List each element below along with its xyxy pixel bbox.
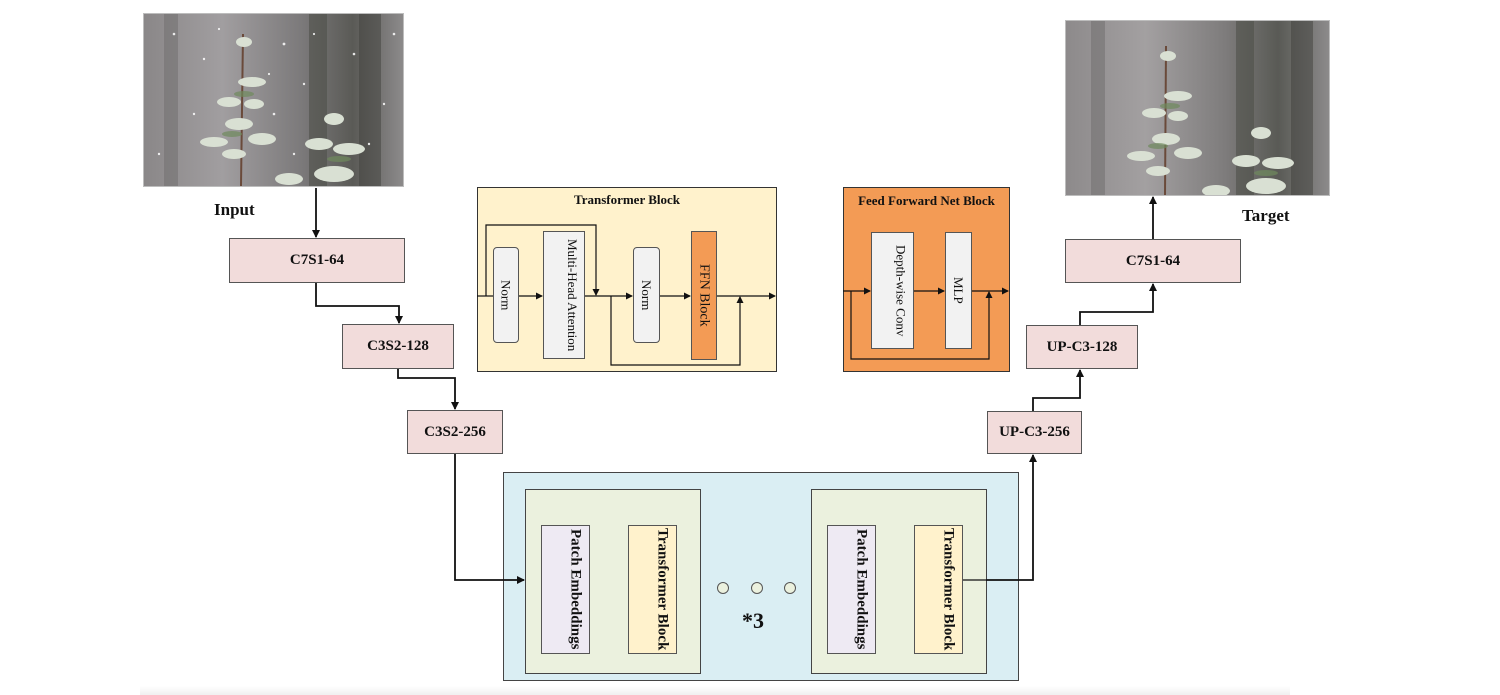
decoder-up-c3-256-label: UP-C3-256	[999, 424, 1070, 440]
arrow-c3s2-128-to-c3s2-256	[397, 369, 459, 410]
arrow-up-c3-128-to-c7s1	[1079, 283, 1157, 325]
stage-left-patch-embeddings-label: Patch Embeddings	[567, 529, 584, 650]
repeat-count-label: *3	[742, 608, 764, 633]
target-image	[1065, 20, 1330, 196]
ellipsis-dot-3	[784, 582, 796, 594]
decoder-c7s1-64-label: C7S1-64	[1125, 252, 1181, 269]
decoder-c7s1-64: C7S1-64	[1065, 239, 1241, 283]
mlp: MLP	[945, 232, 972, 349]
norm-1-label: Norm	[498, 279, 514, 311]
stage-left-transformer-block: Transformer Block	[628, 525, 677, 654]
transformer-block-title: Transformer Block	[573, 192, 681, 207]
decoder-up-c3-256: UP-C3-256	[987, 411, 1082, 454]
arrow-up-c3-256-to-up-c3-128	[1032, 369, 1084, 411]
multi-head-attention: Multi-Head Attention	[543, 231, 585, 359]
depth-wise-conv-label: Depth-wise Conv	[893, 244, 909, 337]
decoder-up-c3-128: UP-C3-128	[1026, 325, 1138, 369]
encoder-c7s1-64: C7S1-64	[229, 238, 405, 283]
encoder-c3s2-128: C3S2-128	[342, 324, 454, 369]
encoder-c3s2-128-label: C3S2-128	[367, 338, 429, 354]
norm-2: Norm	[633, 247, 660, 343]
ffn-block: FFN Block	[691, 231, 717, 360]
input-image	[143, 13, 404, 187]
feed-forward-net-panel	[843, 187, 1010, 372]
multi-head-attention-label: Multi-Head Attention	[565, 238, 580, 352]
stage-right-patch-embeddings: Patch Embeddings	[827, 525, 876, 654]
ffn-block-label: FFN Block	[696, 264, 712, 327]
depth-wise-conv: Depth-wise Conv	[871, 232, 914, 349]
encoder-c3s2-256-label: C3S2-256	[424, 423, 486, 440]
input-label: Input	[214, 200, 255, 219]
page-bottom-edge	[140, 686, 1290, 695]
transformer-block-panel	[477, 187, 777, 372]
decoder-up-c3-128-label: UP-C3-128	[1046, 338, 1118, 355]
feed-forward-net-title: Feed Forward Net Block	[858, 193, 995, 208]
norm-2-label: Norm	[639, 279, 654, 311]
encoder-c3s2-256: C3S2-256	[407, 410, 503, 454]
stage-right-patch-embeddings-label: Patch Embeddings	[853, 529, 870, 650]
stage-right-transformer-block: Transformer Block	[914, 525, 963, 654]
ellipsis-dot-1	[717, 582, 729, 594]
arrow-c7s1-to-c3s2-128	[315, 283, 403, 324]
encoder-c7s1-64-label: C7S1-64	[289, 252, 345, 268]
norm-1: Norm	[493, 247, 519, 343]
mlp-label: MLP	[951, 277, 966, 304]
ellipsis-dot-2	[751, 582, 763, 594]
stage-left-patch-embeddings: Patch Embeddings	[541, 525, 590, 654]
stage-left-transformer-block-label: Transformer Block	[654, 528, 671, 651]
target-label: Target	[1242, 206, 1290, 225]
stage-right-transformer-block-label: Transformer Block	[940, 528, 957, 651]
